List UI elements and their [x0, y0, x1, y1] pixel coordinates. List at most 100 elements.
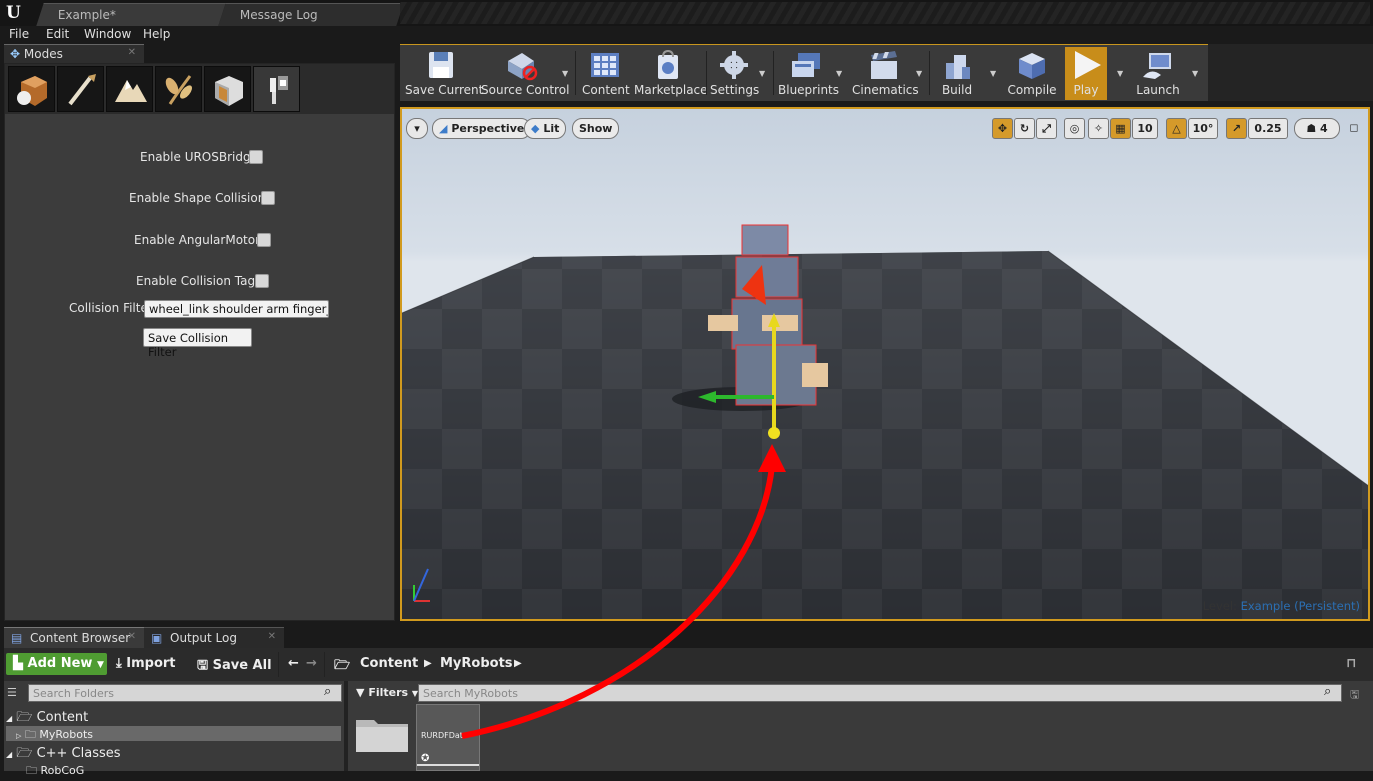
rotation-snap-value[interactable]: 10° — [1188, 118, 1218, 139]
option-label-urosbridge: Enable UROSBridge — [140, 150, 258, 164]
forward-button[interactable]: → — [306, 656, 317, 671]
marketplace-icon — [658, 49, 678, 79]
marketplace-button[interactable]: Marketplace — [634, 47, 708, 100]
rotate-tool-icon[interactable]: ↻ — [1014, 118, 1035, 139]
import-button[interactable]: ⤓ Import — [116, 656, 176, 671]
main-toolbar: Save Current Source Control ▼ Content Ma… — [400, 44, 1208, 101]
compile-button[interactable]: Compile — [1004, 47, 1060, 100]
asset-rurdfdata[interactable]: RURDFData ✪ — [416, 704, 480, 771]
foliage-mode-button[interactable] — [155, 66, 202, 112]
build-button[interactable]: Build — [934, 47, 980, 100]
scale-snap-icon[interactable]: ↗ — [1226, 118, 1247, 139]
save-search-icon[interactable]: 🖫 — [1350, 686, 1359, 705]
source-control-button[interactable]: Source Control — [481, 47, 569, 100]
breadcrumb-separator-icon[interactable]: ▶ — [514, 658, 522, 669]
play-label: Play — [1073, 83, 1099, 97]
viewport-options-button[interactable]: ▾ — [406, 118, 428, 139]
show-button[interactable]: Show — [572, 118, 620, 139]
lit-button[interactable]: ◆ Lit — [524, 118, 567, 139]
cinematics-button[interactable]: Cinematics — [852, 47, 919, 100]
menu-file[interactable]: File — [9, 27, 29, 41]
marketplace-label: Marketplace — [634, 83, 708, 97]
compile-icon — [1019, 53, 1045, 79]
breadcrumb-content[interactable]: Content — [360, 656, 418, 671]
robot-plugin-mode-button[interactable] — [253, 66, 300, 112]
content-browser-panel: ▙ Add New ▼ ⤓ Import 🖫 Save All ← → 🗁 Co… — [4, 648, 1373, 777]
translate-tool-icon[interactable]: ✥ — [992, 118, 1013, 139]
scale-snap-value[interactable]: 0.25 — [1248, 118, 1288, 139]
tab-message-log[interactable]: Message Log — [218, 3, 404, 26]
modes-tab[interactable]: ✥ Modes ✕ — [4, 44, 144, 63]
tree-item-myrobots[interactable]: ▷ 🗀 MyRobots — [16, 726, 93, 745]
save-current-button[interactable]: Save Current — [405, 47, 483, 100]
place-mode-icon — [17, 76, 47, 106]
tab-content-browser[interactable]: ▤ Content Browser ✕ — [4, 627, 144, 648]
lit-label: Lit — [543, 122, 560, 135]
collision-filter-input[interactable]: wheel_link shoulder arm finger_link — [144, 300, 329, 318]
content-button[interactable]: Content — [582, 47, 630, 100]
title-bar-background — [400, 2, 1370, 24]
close-icon[interactable]: ✕ — [268, 631, 276, 642]
menu-window[interactable]: Window — [84, 27, 131, 41]
landscape-mode-icon — [115, 80, 147, 102]
tree-view-options-icon[interactable]: ☰ — [7, 686, 17, 699]
grid-snap-value[interactable]: 10 — [1132, 118, 1158, 139]
panel-splitter[interactable] — [344, 681, 348, 771]
play-dropdown-icon[interactable]: ▼ — [1117, 69, 1123, 78]
save-all-button[interactable]: 🖫 Save All — [197, 656, 272, 678]
breadcrumb-folder-icon[interactable]: 🗁 — [334, 656, 350, 678]
close-icon[interactable]: ✕ — [128, 631, 136, 642]
lit-sphere-icon: ◆ — [531, 122, 540, 135]
level-viewport[interactable]: ▾ ◢ Perspective ◆ Lit Show ✥ ↻ ⤢ ◎ ✧ ▦ 1… — [400, 107, 1370, 621]
back-button[interactable]: ← — [288, 656, 299, 671]
checkbox-urosbridge[interactable] — [249, 150, 263, 164]
mode-toolbar — [5, 64, 394, 114]
camera-speed-button[interactable]: ☗ 4 — [1294, 118, 1340, 139]
cinematics-dropdown-icon[interactable]: ▼ — [916, 69, 922, 78]
search-folders-input[interactable]: Search Folders — [28, 684, 342, 702]
surface-snap-icon[interactable]: ✧ — [1088, 118, 1109, 139]
menu-edit[interactable]: Edit — [46, 27, 69, 41]
geometry-mode-button[interactable] — [204, 66, 251, 112]
folder-icon[interactable] — [354, 714, 410, 754]
source-control-dropdown-icon[interactable]: ▼ — [562, 69, 568, 78]
filters-button[interactable]: ▼ Filters ▼ — [356, 686, 418, 699]
source-control-icon — [508, 53, 538, 81]
tree-item-robcog[interactable]: 🗀 RobCoG — [26, 762, 84, 781]
build-dropdown-icon[interactable]: ▼ — [990, 69, 996, 78]
blueprints-dropdown-icon[interactable]: ▼ — [836, 69, 842, 78]
search-assets-input[interactable]: Search MyRobots — [418, 684, 1342, 702]
place-mode-button[interactable] — [8, 66, 55, 112]
launch-icon — [1143, 53, 1171, 79]
menu-help[interactable]: Help — [143, 27, 170, 41]
blueprints-button[interactable]: Blueprints — [778, 47, 839, 100]
rotation-snap-icon[interactable]: △ — [1166, 118, 1187, 139]
perspective-button[interactable]: ◢ Perspective — [432, 118, 532, 139]
scale-tool-icon[interactable]: ⤢ — [1036, 118, 1057, 139]
paint-mode-button[interactable] — [57, 66, 104, 112]
add-new-button[interactable]: ▙ Add New ▼ — [6, 653, 107, 675]
play-button[interactable]: Play — [1065, 47, 1107, 100]
settings-button[interactable]: Settings — [710, 47, 759, 100]
lock-icon[interactable]: ⊓ — [1346, 656, 1356, 671]
tab-example[interactable]: Example* — [36, 3, 226, 26]
checkbox-collision-tags[interactable] — [255, 274, 269, 288]
world-space-icon[interactable]: ◎ — [1064, 118, 1085, 139]
launch-button[interactable]: Launch — [1130, 47, 1186, 100]
close-icon[interactable]: ✕ — [128, 47, 136, 58]
maximize-viewport-icon[interactable]: ◻ — [1346, 118, 1362, 139]
tab-output-log[interactable]: ▣ Output Log ✕ — [144, 627, 284, 648]
robot-plugin-mode-icon — [270, 76, 288, 104]
geometry-mode-icon — [215, 76, 243, 106]
checkbox-angular-motors[interactable] — [257, 233, 271, 247]
checkbox-shape-collisions[interactable] — [261, 191, 275, 205]
compile-label: Compile — [1007, 83, 1057, 97]
settings-dropdown-icon[interactable]: ▼ — [759, 69, 765, 78]
breadcrumb-myrobots[interactable]: MyRobots — [440, 656, 513, 671]
landscape-mode-button[interactable] — [106, 66, 153, 112]
breadcrumb-separator-icon[interactable]: ▶ — [424, 658, 432, 669]
foliage-mode-icon — [165, 75, 192, 105]
launch-dropdown-icon[interactable]: ▼ — [1192, 69, 1198, 78]
grid-snap-icon[interactable]: ▦ — [1110, 118, 1131, 139]
save-collision-filter-button[interactable]: Save Collision Filter — [143, 328, 252, 359]
